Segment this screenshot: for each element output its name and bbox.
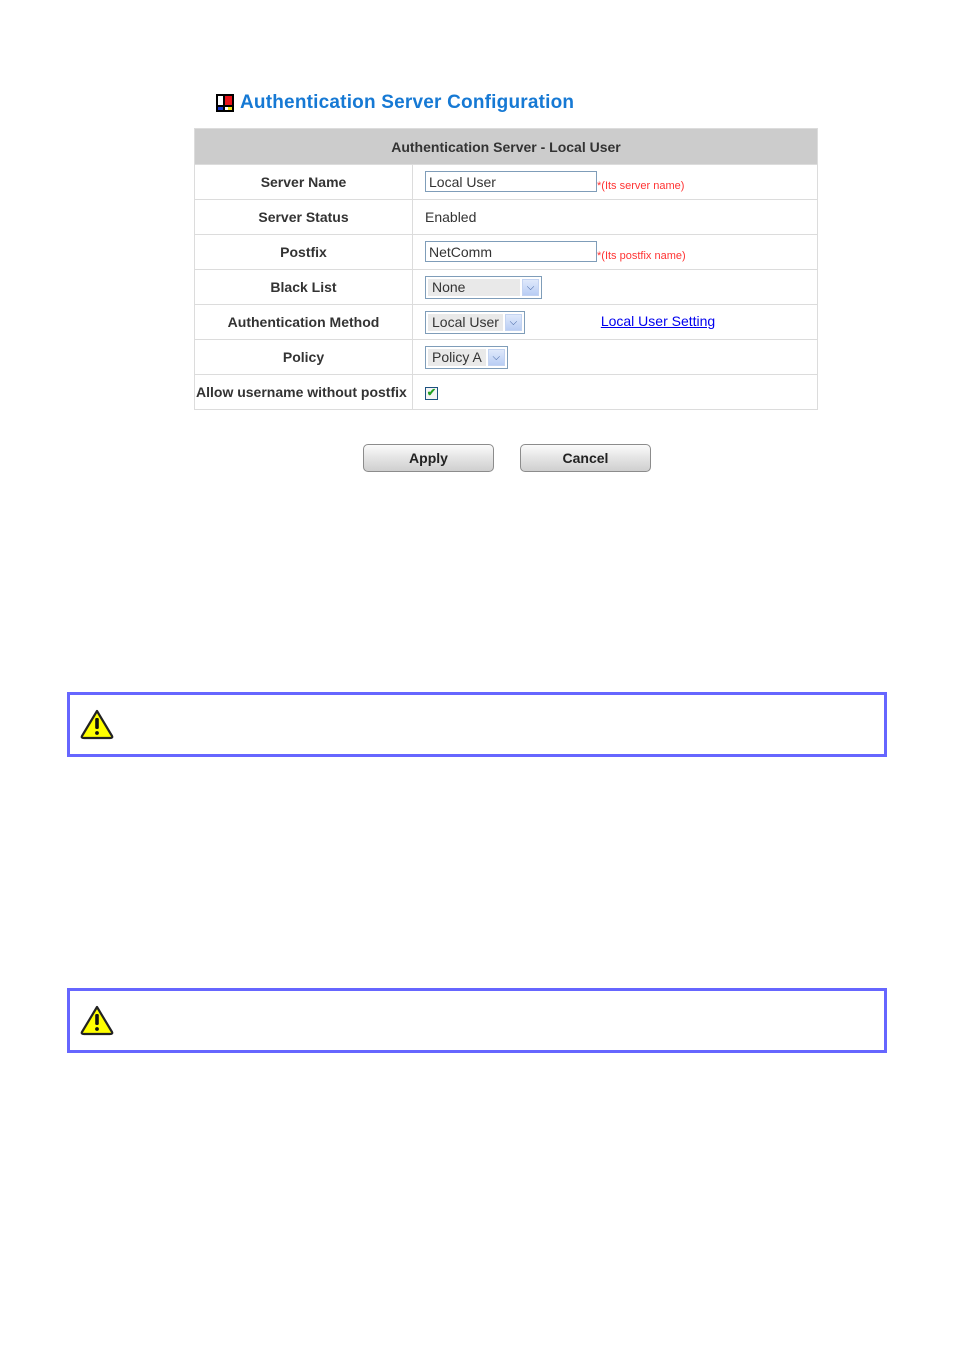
page-title-text: Authentication Server Configuration — [240, 92, 575, 113]
server-name-hint: *(Its server name) — [597, 180, 685, 193]
warning-icon — [80, 1005, 114, 1036]
postfix-input[interactable] — [425, 241, 597, 263]
row-server-name: Server Name *(Its server name) — [194, 164, 818, 200]
row-auth-method: Authentication Method Local User ⌵ Local… — [194, 304, 818, 340]
auth-method-selected: Local User — [428, 313, 503, 331]
row-allow-no-postfix: Allow username without postfix ✔ — [194, 374, 818, 410]
server-name-input[interactable] — [425, 171, 597, 193]
server-status-value: Enabled — [412, 199, 818, 235]
note-box — [67, 692, 887, 757]
server-status-label: Server Status — [194, 199, 413, 235]
row-black-list: Black List None ⌵ — [194, 269, 818, 305]
row-server-status: Server Status Enabled — [194, 199, 818, 235]
allow-no-postfix-label: Allow username without postfix — [194, 374, 413, 410]
postfix-label: Postfix — [194, 234, 413, 270]
policy-selected: Policy A — [428, 348, 486, 366]
black-list-select[interactable]: None ⌵ — [425, 275, 542, 299]
chevron-down-icon[interactable]: ⌵ — [487, 348, 505, 366]
auth-method-select[interactable]: Local User ⌵ — [425, 310, 525, 334]
local-user-setting-link[interactable]: Local User Setting — [601, 313, 715, 329]
policy-label: Policy — [194, 339, 413, 375]
policy-select[interactable]: Policy A ⌵ — [425, 345, 508, 369]
note-box — [67, 988, 887, 1053]
black-list-selected: None — [428, 278, 520, 296]
chevron-down-icon[interactable]: ⌵ — [504, 313, 522, 331]
row-postfix: Postfix *(Its postfix name) — [194, 234, 818, 270]
config-window-icon — [216, 94, 234, 112]
postfix-hint: *(Its postfix name) — [597, 250, 686, 263]
black-list-label: Black List — [194, 269, 413, 305]
server-name-label: Server Name — [194, 164, 413, 200]
auth-server-config-table: Authentication Server - Local User Serve… — [194, 128, 818, 410]
warning-icon — [80, 709, 114, 740]
auth-method-label: Authentication Method — [194, 304, 413, 340]
chevron-down-icon[interactable]: ⌵ — [522, 278, 539, 296]
page-title: Authentication Server Configuration — [216, 92, 574, 114]
checkmark-icon: ✔ — [426, 386, 437, 399]
cancel-button[interactable]: Cancel — [520, 444, 651, 472]
table-header: Authentication Server - Local User — [194, 128, 818, 165]
row-policy: Policy Policy A ⌵ — [194, 339, 818, 375]
apply-button[interactable]: Apply — [363, 444, 494, 472]
allow-no-postfix-checkbox[interactable]: ✔ — [425, 386, 438, 400]
